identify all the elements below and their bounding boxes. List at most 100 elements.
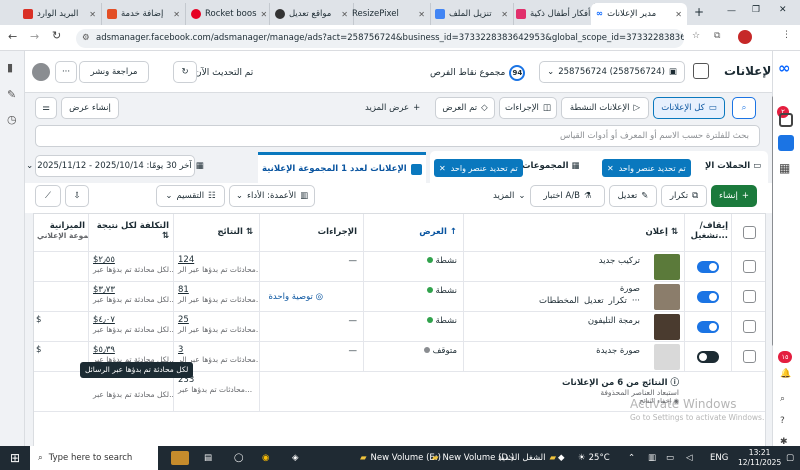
row-checkbox[interactable] [743,260,756,273]
table-row[interactable]: تركيب جديد نشطة — 124 محادثات تم بدؤها عب… [34,252,765,282]
tab-ads-manager[interactable]: ∞ مدير الإعلانات ✕ [591,3,687,25]
cost-value[interactable]: $٣٫٧٣ [93,285,169,295]
minimize-icon[interactable]: — [727,6,736,16]
close-icon[interactable]: ✕ [607,164,614,173]
close-icon[interactable]: ✕ [501,10,508,19]
maximize-icon[interactable]: ❐ [752,5,760,15]
weather-widget[interactable]: ☀ 25°C [578,446,610,470]
ad-toggle[interactable] [697,351,719,363]
row-checkbox[interactable] [743,350,756,363]
ad-name[interactable]: تركيب جديد [599,256,640,266]
reload-icon[interactable]: ↻ [52,29,61,42]
tab-edit-sites[interactable]: مواقع تعديل ✕ [270,3,354,25]
profile-avatar[interactable] [738,30,752,44]
pencil-icon[interactable]: ✎ [7,88,16,101]
header-actions[interactable]: الإجراءات [260,214,364,251]
row-duplicate-link[interactable]: تكرار [609,296,627,306]
adsets-selection-chip[interactable]: ✕ تم تحديد عنصر واحد [434,159,523,177]
account-selector[interactable]: ⌄ 258756724 (258756724) ▣ [539,61,685,83]
results-value[interactable]: 3 [178,345,255,355]
select-all-checkbox[interactable] [743,226,756,239]
opportunity-score[interactable]: مجموع نقاط الفرص 94 [430,65,526,81]
meta-logo-icon[interactable]: ∞ [778,59,791,77]
header-toggle[interactable]: إيقاف/ تشغيل... [685,214,732,251]
search-input[interactable]: بحث للفلترة حسب الاسم أو المعرف أو أدوات… [35,125,760,147]
ad-toggle[interactable] [697,321,719,333]
see-more-button[interactable]: عرض المزيد + [365,103,420,113]
back-icon[interactable]: ← [8,30,17,43]
help-icon[interactable]: ? [780,416,785,426]
forward-icon[interactable]: → [30,30,39,43]
close-icon[interactable]: ✕ [418,10,425,19]
recommendation-link[interactable]: توصية واحدة ◎ [268,292,323,302]
window-close-icon[interactable]: ✕ [779,5,787,15]
export-button[interactable]: ⇩ [65,185,89,207]
filter-settings-button[interactable]: ⚌ [35,97,57,119]
file-explorer-icon[interactable]: ▤ [204,446,212,470]
review-publish-button[interactable]: مراجعة ونشر [79,61,149,83]
bell-icon[interactable]: 🔔 [780,369,791,379]
close-icon[interactable]: ✕ [89,10,96,19]
more-icon[interactable]: ··· [632,296,640,306]
star-icon[interactable]: ☆ [692,31,700,41]
more-dropdown[interactable]: المزيد ⌄ [493,191,526,201]
tab-adsets[interactable]: المجموعات ▦ [522,161,580,171]
results-value[interactable]: 25 [178,315,255,325]
ad-thumbnail[interactable] [654,284,680,310]
ad-thumbnail[interactable] [654,254,680,280]
columns-dropdown[interactable]: ⌄ الأعمدة: الأداء ▥ [229,185,315,207]
ad-sub-link[interactable]: المخططات [539,296,579,306]
tray-chevron-icon[interactable]: ⌃ [628,446,635,470]
browser-menu-icon[interactable]: ⋮ [782,30,791,40]
table-row[interactable]: صورة المخططات تعديل تكرار ··· نشطة توصية واح… [34,282,765,312]
ad-thumbnail[interactable] [654,344,680,370]
row-checkbox[interactable] [743,320,756,333]
more-options-button[interactable]: ··· [55,61,77,83]
tab-resizepixel[interactable]: ResizePixel ✕ [347,3,431,25]
tab-download[interactable]: تنزيل الملف ✕ [430,3,514,25]
close-icon[interactable]: ✕ [261,10,268,19]
chrome-icon[interactable]: ◉ [262,446,269,470]
charts-button[interactable]: ⟋ [35,185,61,207]
clock-icon[interactable]: ◷ [7,113,17,126]
windows-start-icon[interactable]: ⊞ [10,446,20,470]
duplicate-button[interactable]: تكرار ⧉ [661,185,707,207]
search-button[interactable]: ⌕ [732,97,756,119]
all-ads-filter[interactable]: كل الإعلانات ▭ [653,97,725,119]
taskbar-search[interactable]: ⌕ Type here to search [30,446,158,470]
tab-ads[interactable]: الإعلانات لعدد 1 المجموعة الإعلانية [258,152,426,183]
close-icon[interactable]: ✕ [439,164,446,173]
search-icon[interactable]: ⌕ [780,394,785,404]
ad-toggle[interactable] [697,291,719,303]
ad-name[interactable]: صورة [620,284,640,294]
actions-filter[interactable]: الإجراءات ◫ [499,97,557,119]
taskbar-app-circle[interactable]: ◯ [234,446,244,470]
edit-button[interactable]: تعديل ✎ [609,185,657,207]
date-range-picker[interactable]: ⌄ آخر 30 يومًا: 2025/10/14 - 2025/11/12 ▦ [26,155,204,177]
chart-icon[interactable]: ▮ [7,61,13,74]
row-edit-link[interactable]: تعديل [584,296,604,306]
new-tab-icon[interactable]: + [694,5,704,19]
campaigns-selection-chip[interactable]: ✕ تم تحديد عنصر واحد [602,159,691,177]
header-cost[interactable]: التكلفة لكل نتيجة ⇅ [89,214,174,251]
tab-kids-ideas[interactable]: أفكار أطفال ذكية✕ [511,3,595,25]
sidebar-toggle-icon[interactable] [693,63,709,79]
language-indicator[interactable]: ENG [710,446,728,470]
tab-inbox[interactable]: البريد الوارد ✕ [18,3,102,25]
refresh-button[interactable]: ↻ [173,61,197,83]
ad-toggle[interactable] [697,261,719,273]
results-value[interactable]: 81 [178,285,255,295]
row-checkbox[interactable] [743,290,756,303]
create-button[interactable]: إنشاء + [711,185,757,207]
notifications-icon[interactable]: ▢ [786,446,794,470]
active-ads-filter[interactable]: الإعلانات النشطة ▷ [561,97,649,119]
create-view-button[interactable]: إنشاء عرض [61,97,119,119]
tab-add-service[interactable]: إضافة خدمة ✕ [102,3,186,25]
ad-name[interactable]: برمجة التليفون [588,316,640,326]
close-icon[interactable]: ✕ [173,10,180,19]
cost-value[interactable]: $٤٫٠٧ [93,315,169,325]
table-row[interactable]: برمجة التليفون نشطة — 25 محادثات تم بدؤها… [34,312,765,342]
taskbar-app-icon[interactable]: ◈ [292,446,299,470]
network-icon[interactable]: ▥ [648,446,656,470]
shown-filter[interactable]: تم العرض ◇ [435,97,495,119]
